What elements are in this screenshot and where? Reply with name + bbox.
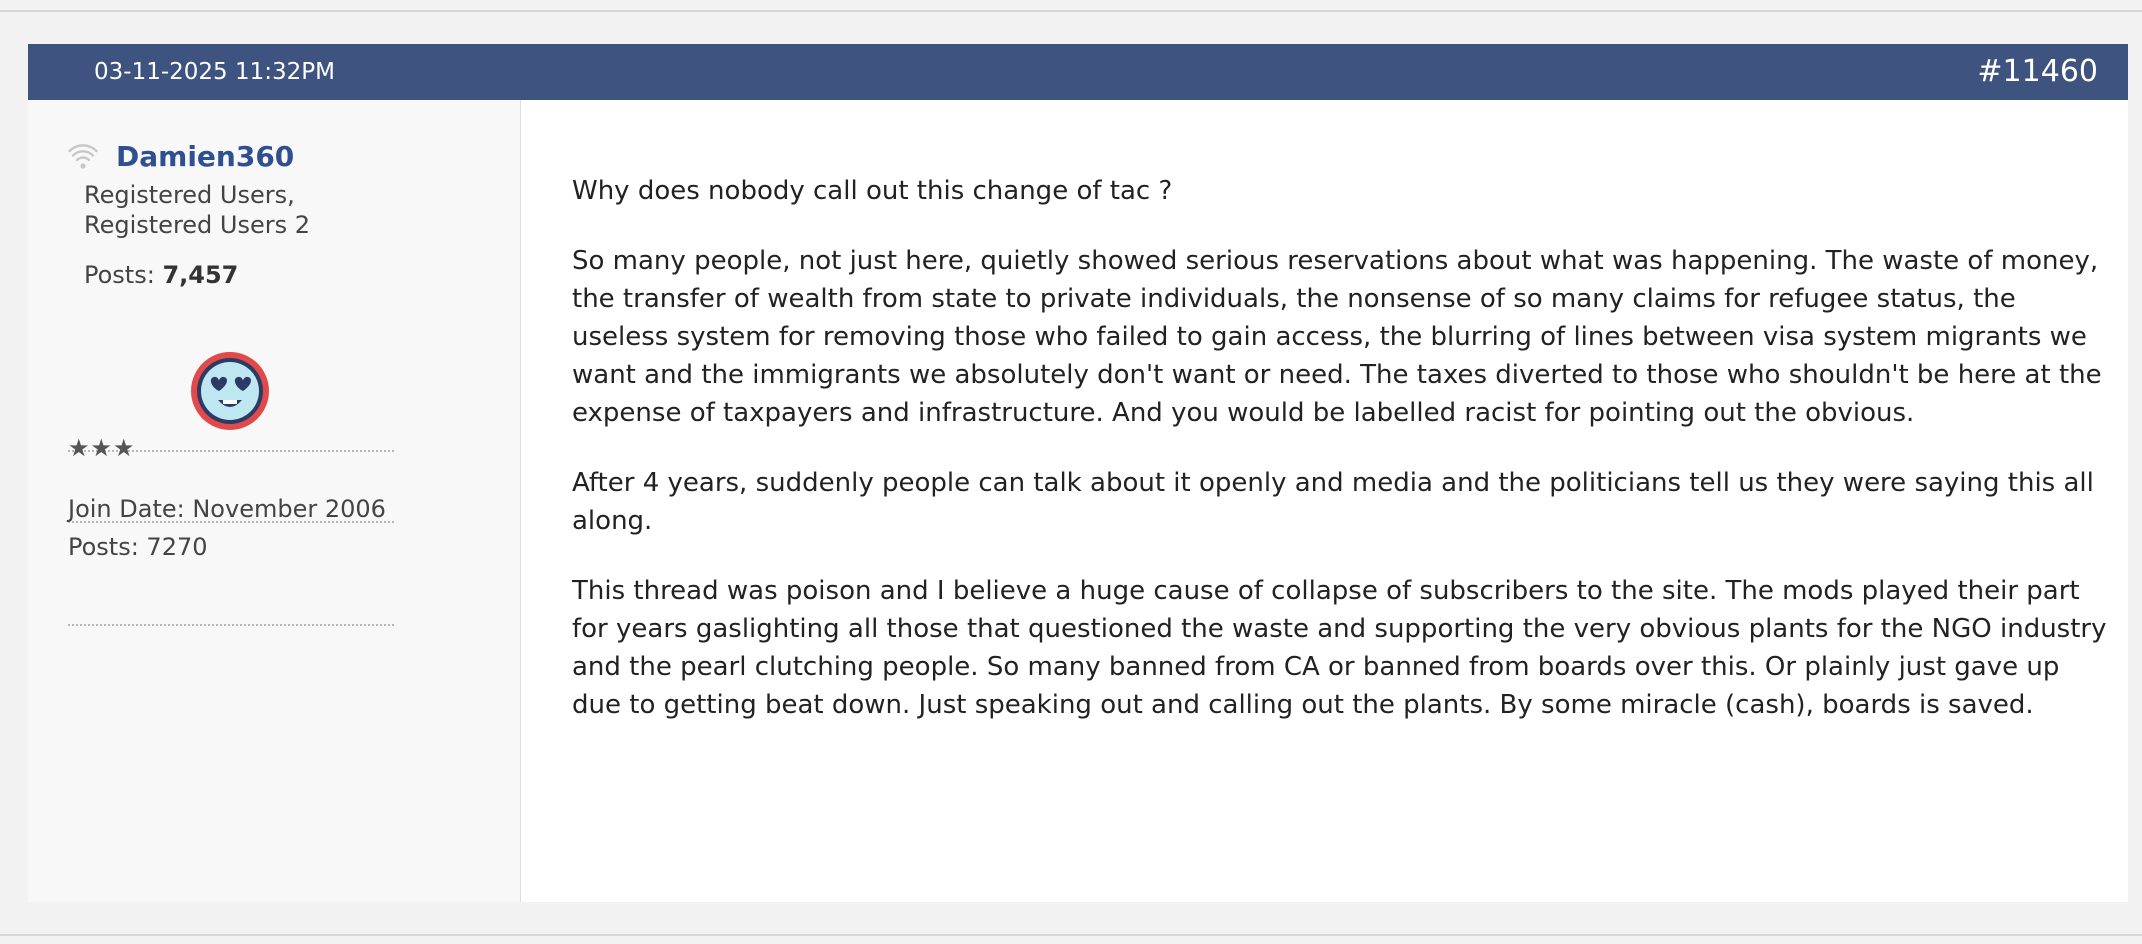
wifi-status-icon <box>68 144 98 169</box>
post-count: Posts: 7270 <box>68 533 208 561</box>
post-permalink[interactable]: #11460 <box>1977 55 2098 89</box>
post-date: 03-11-2025 11:32PM <box>94 59 335 85</box>
posts-value: 7,457 <box>162 261 239 289</box>
message-paragraph: Why does nobody call out this change of … <box>572 176 1173 206</box>
join-date: Join Date: November 2006 <box>68 495 386 523</box>
username-link[interactable]: Damien360 <box>116 140 294 174</box>
forum-post: 03-11-2025 11:32PM #11460 Damien360 Regi… <box>28 44 2128 902</box>
post-header: 03-11-2025 11:32PM #11460 <box>28 44 2128 100</box>
user-info-divider <box>68 624 394 626</box>
rank-stars: ★★★ <box>68 434 136 462</box>
user-group-2: Registered Users 2 <box>84 211 311 239</box>
message-paragraph: After 4 years, suddenly people can talk … <box>572 468 2094 536</box>
posts-label: Posts: <box>84 261 155 289</box>
message-paragraph: So many people, not just here, quietly s… <box>572 246 2102 428</box>
post-message: Why does nobody call out this change of … <box>572 172 2112 756</box>
message-paragraph: This thread was poison and I believe a h… <box>572 576 2107 720</box>
user-groups: Registered Users, Registered Users 2 <box>84 180 310 240</box>
heart-eyes-emoji-icon[interactable] <box>189 350 271 432</box>
user-info-panel: Damien360 Registered Users, Registered U… <box>28 100 521 902</box>
page-bottom-divider <box>0 934 2142 936</box>
page-top-divider <box>0 10 2142 12</box>
user-group-1: Registered Users, <box>84 181 295 209</box>
posts-summary: Posts: 7,457 <box>84 260 238 290</box>
